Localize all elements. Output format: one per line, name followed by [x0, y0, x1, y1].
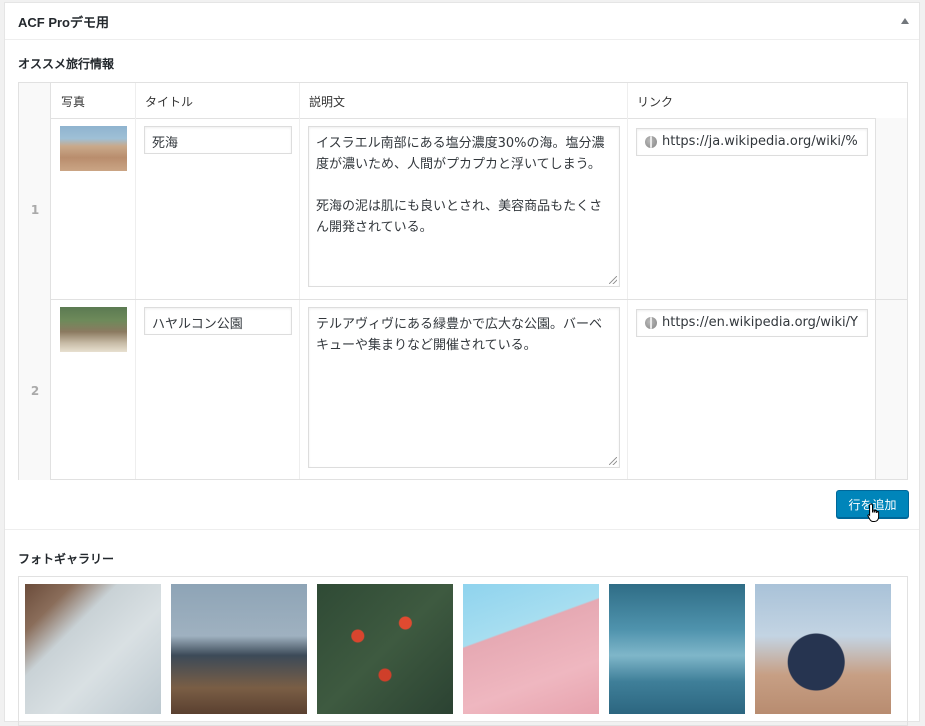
row-description-textarea[interactable]: テルアヴィヴにある緑豊かで広大な公園。バーベキューや集まりなど開催されている。 — [308, 307, 620, 468]
repeater-field-label: オススメ旅行情報 — [18, 57, 115, 71]
gallery-image-berries[interactable] — [317, 584, 453, 714]
hand-pointer-cursor-icon — [867, 503, 880, 522]
row-description-text: テルアヴィヴにある緑豊かで広大な公園。バーベキューや集まりなど開催されている。 — [316, 317, 603, 353]
row-title-input[interactable]: 死海 — [144, 126, 292, 154]
row-order-number: 1 — [30, 203, 40, 217]
gallery-image-pink-building[interactable] — [463, 584, 599, 714]
row-photo-thumbnail[interactable] — [60, 307, 127, 352]
row-divider — [19, 299, 907, 300]
row-description-text: イスラエル南部にある塩分濃度30%の海。塩分濃度が濃いため、人間がプカプカと浮い… — [316, 136, 605, 235]
resize-grip-icon[interactable] — [609, 276, 617, 284]
globe-icon — [645, 317, 657, 329]
field-divider — [5, 529, 919, 530]
gallery-field-label: フォトギャラリー — [18, 552, 115, 566]
gallery-image-person-sea[interactable] — [171, 584, 307, 714]
row-order-number: 2 — [30, 384, 40, 398]
col-header-title: タイトル — [145, 95, 194, 109]
metabox-title: ACF Proデモ用 — [18, 14, 110, 30]
row-description-textarea[interactable]: イスラエル南部にある塩分濃度30%の海。塩分濃度が濃いため、人間がプカプカと浮い… — [308, 126, 620, 287]
col-header-description: 説明文 — [309, 95, 346, 109]
row-title-input[interactable]: ハヤルコン公園 — [144, 307, 292, 335]
globe-icon — [645, 136, 657, 148]
metabox-header[interactable]: ACF Proデモ用 — [5, 3, 919, 40]
resize-grip-icon[interactable] — [609, 457, 617, 465]
row-link-input[interactable]: https://en.wikipedia.org/wiki/Y — [636, 309, 868, 337]
gallery-image-water-reflection[interactable] — [609, 584, 745, 714]
gallery-image-grapes-hands[interactable] — [755, 584, 891, 714]
row-link-text: https://en.wikipedia.org/wiki/Y — [662, 315, 858, 330]
gallery-image-map[interactable] — [25, 584, 161, 714]
col-header-photo: 写真 — [61, 95, 86, 109]
order-header-cell — [19, 83, 51, 118]
row-link-input[interactable]: https://ja.wikipedia.org/wiki/% — [636, 128, 868, 156]
row-photo-thumbnail[interactable] — [60, 126, 127, 171]
col-header-link: リンク — [637, 95, 674, 109]
row-link-text: https://ja.wikipedia.org/wiki/% — [662, 134, 858, 149]
collapse-arrow-icon[interactable] — [901, 18, 909, 24]
